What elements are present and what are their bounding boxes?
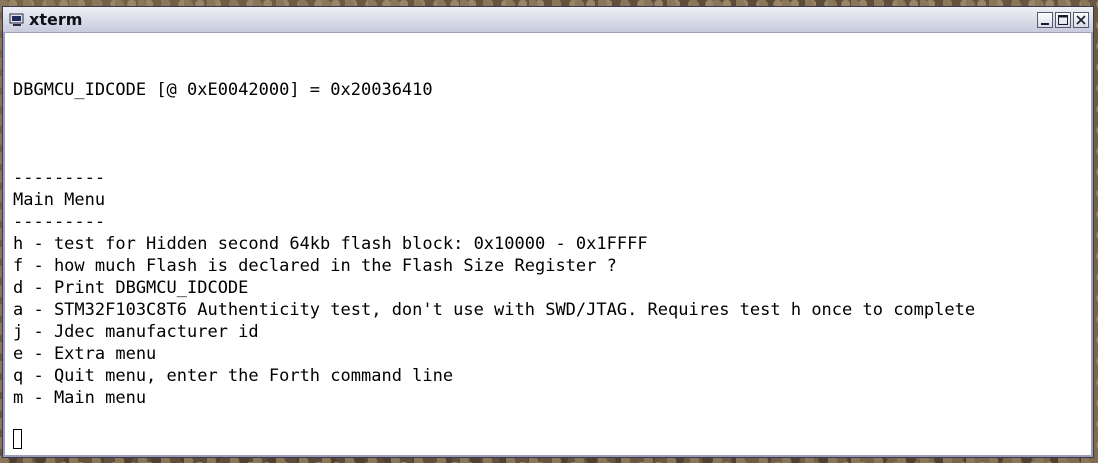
close-button[interactable] bbox=[1073, 12, 1089, 28]
window-title: xterm bbox=[29, 10, 83, 29]
terminal-line: --------- bbox=[13, 168, 106, 188]
xterm-window: xterm DBGMCU_IDCODE [@ 0xE0042000] = 0x2… bbox=[2, 6, 1094, 458]
terminal-line: j - Jdec manufacturer id bbox=[13, 322, 259, 342]
terminal-line: f - how much Flash is declared in the Fl… bbox=[13, 256, 617, 276]
terminal-line: h - test for Hidden second 64kb flash bl… bbox=[13, 234, 648, 254]
terminal-line: q - Quit menu, enter the Forth command l… bbox=[13, 366, 454, 386]
maximize-button[interactable] bbox=[1055, 12, 1071, 28]
close-icon bbox=[1076, 15, 1086, 25]
window-titlebar[interactable]: xterm bbox=[3, 7, 1093, 33]
terminal-line: --------- bbox=[13, 212, 106, 232]
terminal-area[interactable]: DBGMCU_IDCODE [@ 0xE0042000] = 0x2003641… bbox=[3, 33, 1093, 457]
terminal-output: DBGMCU_IDCODE [@ 0xE0042000] = 0x2003641… bbox=[13, 79, 975, 409]
maximize-icon bbox=[1058, 15, 1068, 25]
terminal-line: e - Extra menu bbox=[13, 344, 157, 364]
terminal-line: m - Main menu bbox=[13, 388, 147, 408]
terminal-line: DBGMCU_IDCODE [@ 0xE0042000] = 0x2003641… bbox=[13, 80, 433, 100]
terminal-line: d - Print DBGMCU_IDCODE bbox=[13, 278, 249, 298]
minimize-icon bbox=[1041, 23, 1049, 25]
terminal-line: a - STM32F103C8T6 Authenticity test, don… bbox=[13, 300, 976, 320]
terminal-line: Main Menu bbox=[13, 190, 106, 210]
terminal-icon bbox=[9, 12, 25, 26]
terminal-cursor[interactable] bbox=[13, 429, 22, 449]
minimize-button[interactable] bbox=[1037, 12, 1053, 28]
